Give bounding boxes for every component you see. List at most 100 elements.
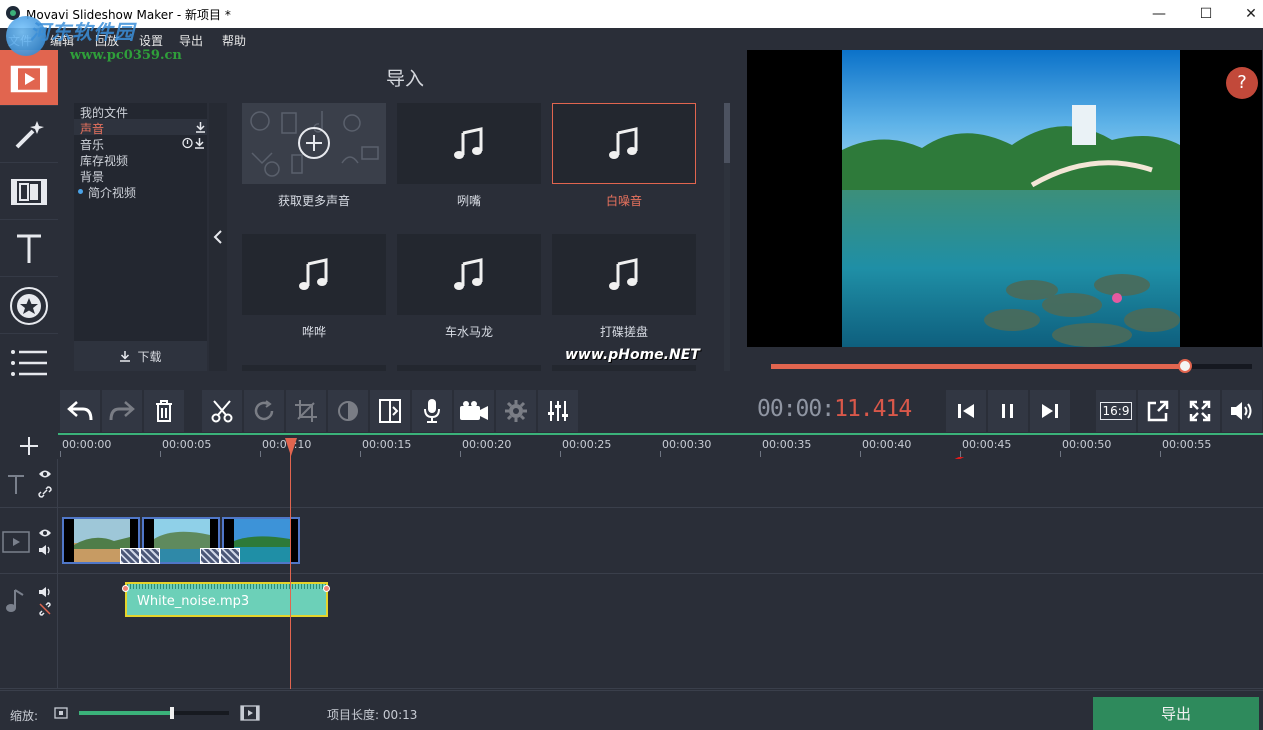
rail-transitions[interactable] bbox=[0, 164, 58, 220]
fade-out-handle[interactable] bbox=[323, 585, 330, 592]
rotate-button[interactable] bbox=[244, 390, 284, 432]
rail-more[interactable] bbox=[0, 335, 58, 391]
eye-icon[interactable] bbox=[38, 528, 52, 538]
collapse-panel-button[interactable] bbox=[209, 103, 227, 371]
download-icon bbox=[120, 351, 131, 362]
skip-forward-icon bbox=[1042, 404, 1058, 418]
library-item-music[interactable]: 音乐 bbox=[80, 136, 104, 153]
menu-help[interactable]: 帮助 bbox=[222, 32, 246, 49]
record-video-button[interactable] bbox=[454, 390, 494, 432]
library-item-my-files[interactable]: 我的文件 bbox=[80, 104, 128, 121]
seek-handle[interactable] bbox=[1177, 359, 1192, 373]
tick-label: 00:00:00 bbox=[62, 438, 112, 451]
speaker-icon[interactable] bbox=[38, 586, 52, 598]
fullscreen-button[interactable] bbox=[1180, 390, 1220, 432]
clip-settings-button[interactable] bbox=[496, 390, 536, 432]
transition-marker[interactable] bbox=[140, 548, 160, 564]
menu-export[interactable]: 导出 bbox=[179, 32, 203, 49]
playhead-line[interactable] bbox=[290, 440, 291, 689]
crop-button[interactable] bbox=[286, 390, 326, 432]
detach-player-button[interactable] bbox=[1138, 390, 1178, 432]
ruler-tick bbox=[60, 451, 61, 457]
video-track-icon bbox=[2, 531, 30, 553]
eye-icon[interactable] bbox=[38, 469, 52, 479]
tile-white-noise[interactable] bbox=[552, 103, 696, 184]
close-button[interactable]: ✕ bbox=[1228, 3, 1263, 25]
record-audio-button[interactable] bbox=[412, 390, 452, 432]
preview-player[interactable] bbox=[747, 50, 1262, 347]
delete-button[interactable] bbox=[144, 390, 184, 432]
undo-button[interactable] bbox=[60, 390, 100, 432]
previous-frame-button[interactable] bbox=[946, 390, 986, 432]
help-button[interactable]: ? bbox=[1226, 67, 1258, 99]
import-icon bbox=[10, 65, 48, 92]
tiles-scrollbar[interactable] bbox=[724, 103, 730, 371]
export-button[interactable]: 导出 bbox=[1093, 697, 1259, 730]
tile-get-more-sounds[interactable] bbox=[242, 103, 386, 184]
video-track-header bbox=[0, 508, 58, 573]
zoom-out-icon[interactable] bbox=[54, 707, 68, 719]
pause-icon bbox=[1002, 404, 1013, 418]
unlink-icon[interactable] bbox=[38, 602, 52, 616]
transition-marker[interactable] bbox=[120, 548, 140, 564]
library-item-intro-video[interactable]: 简介视频 bbox=[88, 184, 136, 201]
ruler-tick bbox=[660, 451, 661, 457]
tick-label: 00:00:20 bbox=[462, 438, 512, 451]
menu-settings[interactable]: 设置 bbox=[139, 32, 163, 49]
library-item-stock-video[interactable]: 库存视频 bbox=[80, 152, 128, 169]
minimize-button[interactable]: — bbox=[1136, 3, 1182, 25]
audio-waveform bbox=[127, 584, 326, 589]
title-bar: Movavi Slideshow Maker - 新项目 * — ☐ ✕ bbox=[0, 0, 1263, 28]
tile-sound-1[interactable] bbox=[397, 103, 541, 184]
next-frame-button[interactable] bbox=[1030, 390, 1070, 432]
library-item-backgrounds[interactable]: 背景 bbox=[80, 168, 104, 185]
link-icon[interactable] bbox=[38, 486, 52, 498]
maximize-button[interactable]: ☐ bbox=[1183, 3, 1229, 25]
tile-sound-6[interactable] bbox=[552, 234, 696, 315]
rail-titles[interactable] bbox=[0, 221, 58, 277]
aspect-ratio-button[interactable]: 16:9 bbox=[1096, 390, 1136, 432]
zoom-in-icon[interactable] bbox=[240, 705, 260, 721]
transition-marker[interactable] bbox=[220, 548, 240, 564]
scrollbar-thumb[interactable] bbox=[724, 103, 730, 163]
pause-button[interactable] bbox=[988, 390, 1028, 432]
magic-wand-icon bbox=[15, 120, 44, 148]
rail-stickers[interactable] bbox=[0, 278, 58, 334]
tile-sound-4[interactable] bbox=[242, 234, 386, 315]
audio-properties-button[interactable] bbox=[538, 390, 578, 432]
new-indicator-dot bbox=[78, 189, 83, 194]
add-track-button[interactable] bbox=[0, 433, 58, 459]
download-icon[interactable] bbox=[195, 121, 206, 133]
ruler-tick bbox=[1160, 451, 1161, 457]
audio-clip[interactable]: White_noise.mp3 bbox=[125, 582, 328, 617]
playhead-handle[interactable] bbox=[285, 438, 297, 456]
info-download-icon[interactable] bbox=[182, 137, 206, 149]
title-track[interactable] bbox=[0, 459, 1263, 508]
tool-rail bbox=[0, 50, 58, 385]
volume-button[interactable] bbox=[1222, 390, 1262, 432]
rail-import[interactable] bbox=[0, 50, 58, 106]
zoom-slider[interactable] bbox=[79, 711, 229, 715]
fade-in-handle[interactable] bbox=[122, 585, 129, 592]
tick-label: 00:00:40 bbox=[862, 438, 912, 451]
color-adjust-button[interactable] bbox=[328, 390, 368, 432]
tile-sound-5[interactable] bbox=[397, 234, 541, 315]
speaker-icon[interactable] bbox=[38, 544, 52, 556]
title-track-header bbox=[0, 459, 58, 507]
rail-filters[interactable] bbox=[0, 107, 58, 163]
playback-seek-bar[interactable] bbox=[771, 359, 1252, 373]
zoom-slider-handle[interactable] bbox=[170, 707, 174, 719]
library-item-sounds[interactable]: 声音 bbox=[80, 120, 104, 137]
timeline-ruler[interactable]: 00:00:00 00:00:05 00:00:10 00:00:15 00:0… bbox=[58, 433, 1263, 457]
download-button[interactable]: 下载 bbox=[74, 341, 207, 371]
tile-row-partial bbox=[242, 365, 386, 371]
tile-label-sound-6: 打碟搓盘 bbox=[599, 325, 648, 339]
settings-icon bbox=[505, 400, 527, 422]
transition-marker[interactable] bbox=[200, 548, 220, 564]
music-note-icon bbox=[6, 589, 24, 612]
tick-label: 00:00:55 bbox=[1162, 438, 1212, 451]
ruler-tick bbox=[760, 451, 761, 457]
cut-button[interactable] bbox=[202, 390, 242, 432]
transition-wizard-button[interactable] bbox=[370, 390, 410, 432]
redo-button[interactable] bbox=[102, 390, 142, 432]
